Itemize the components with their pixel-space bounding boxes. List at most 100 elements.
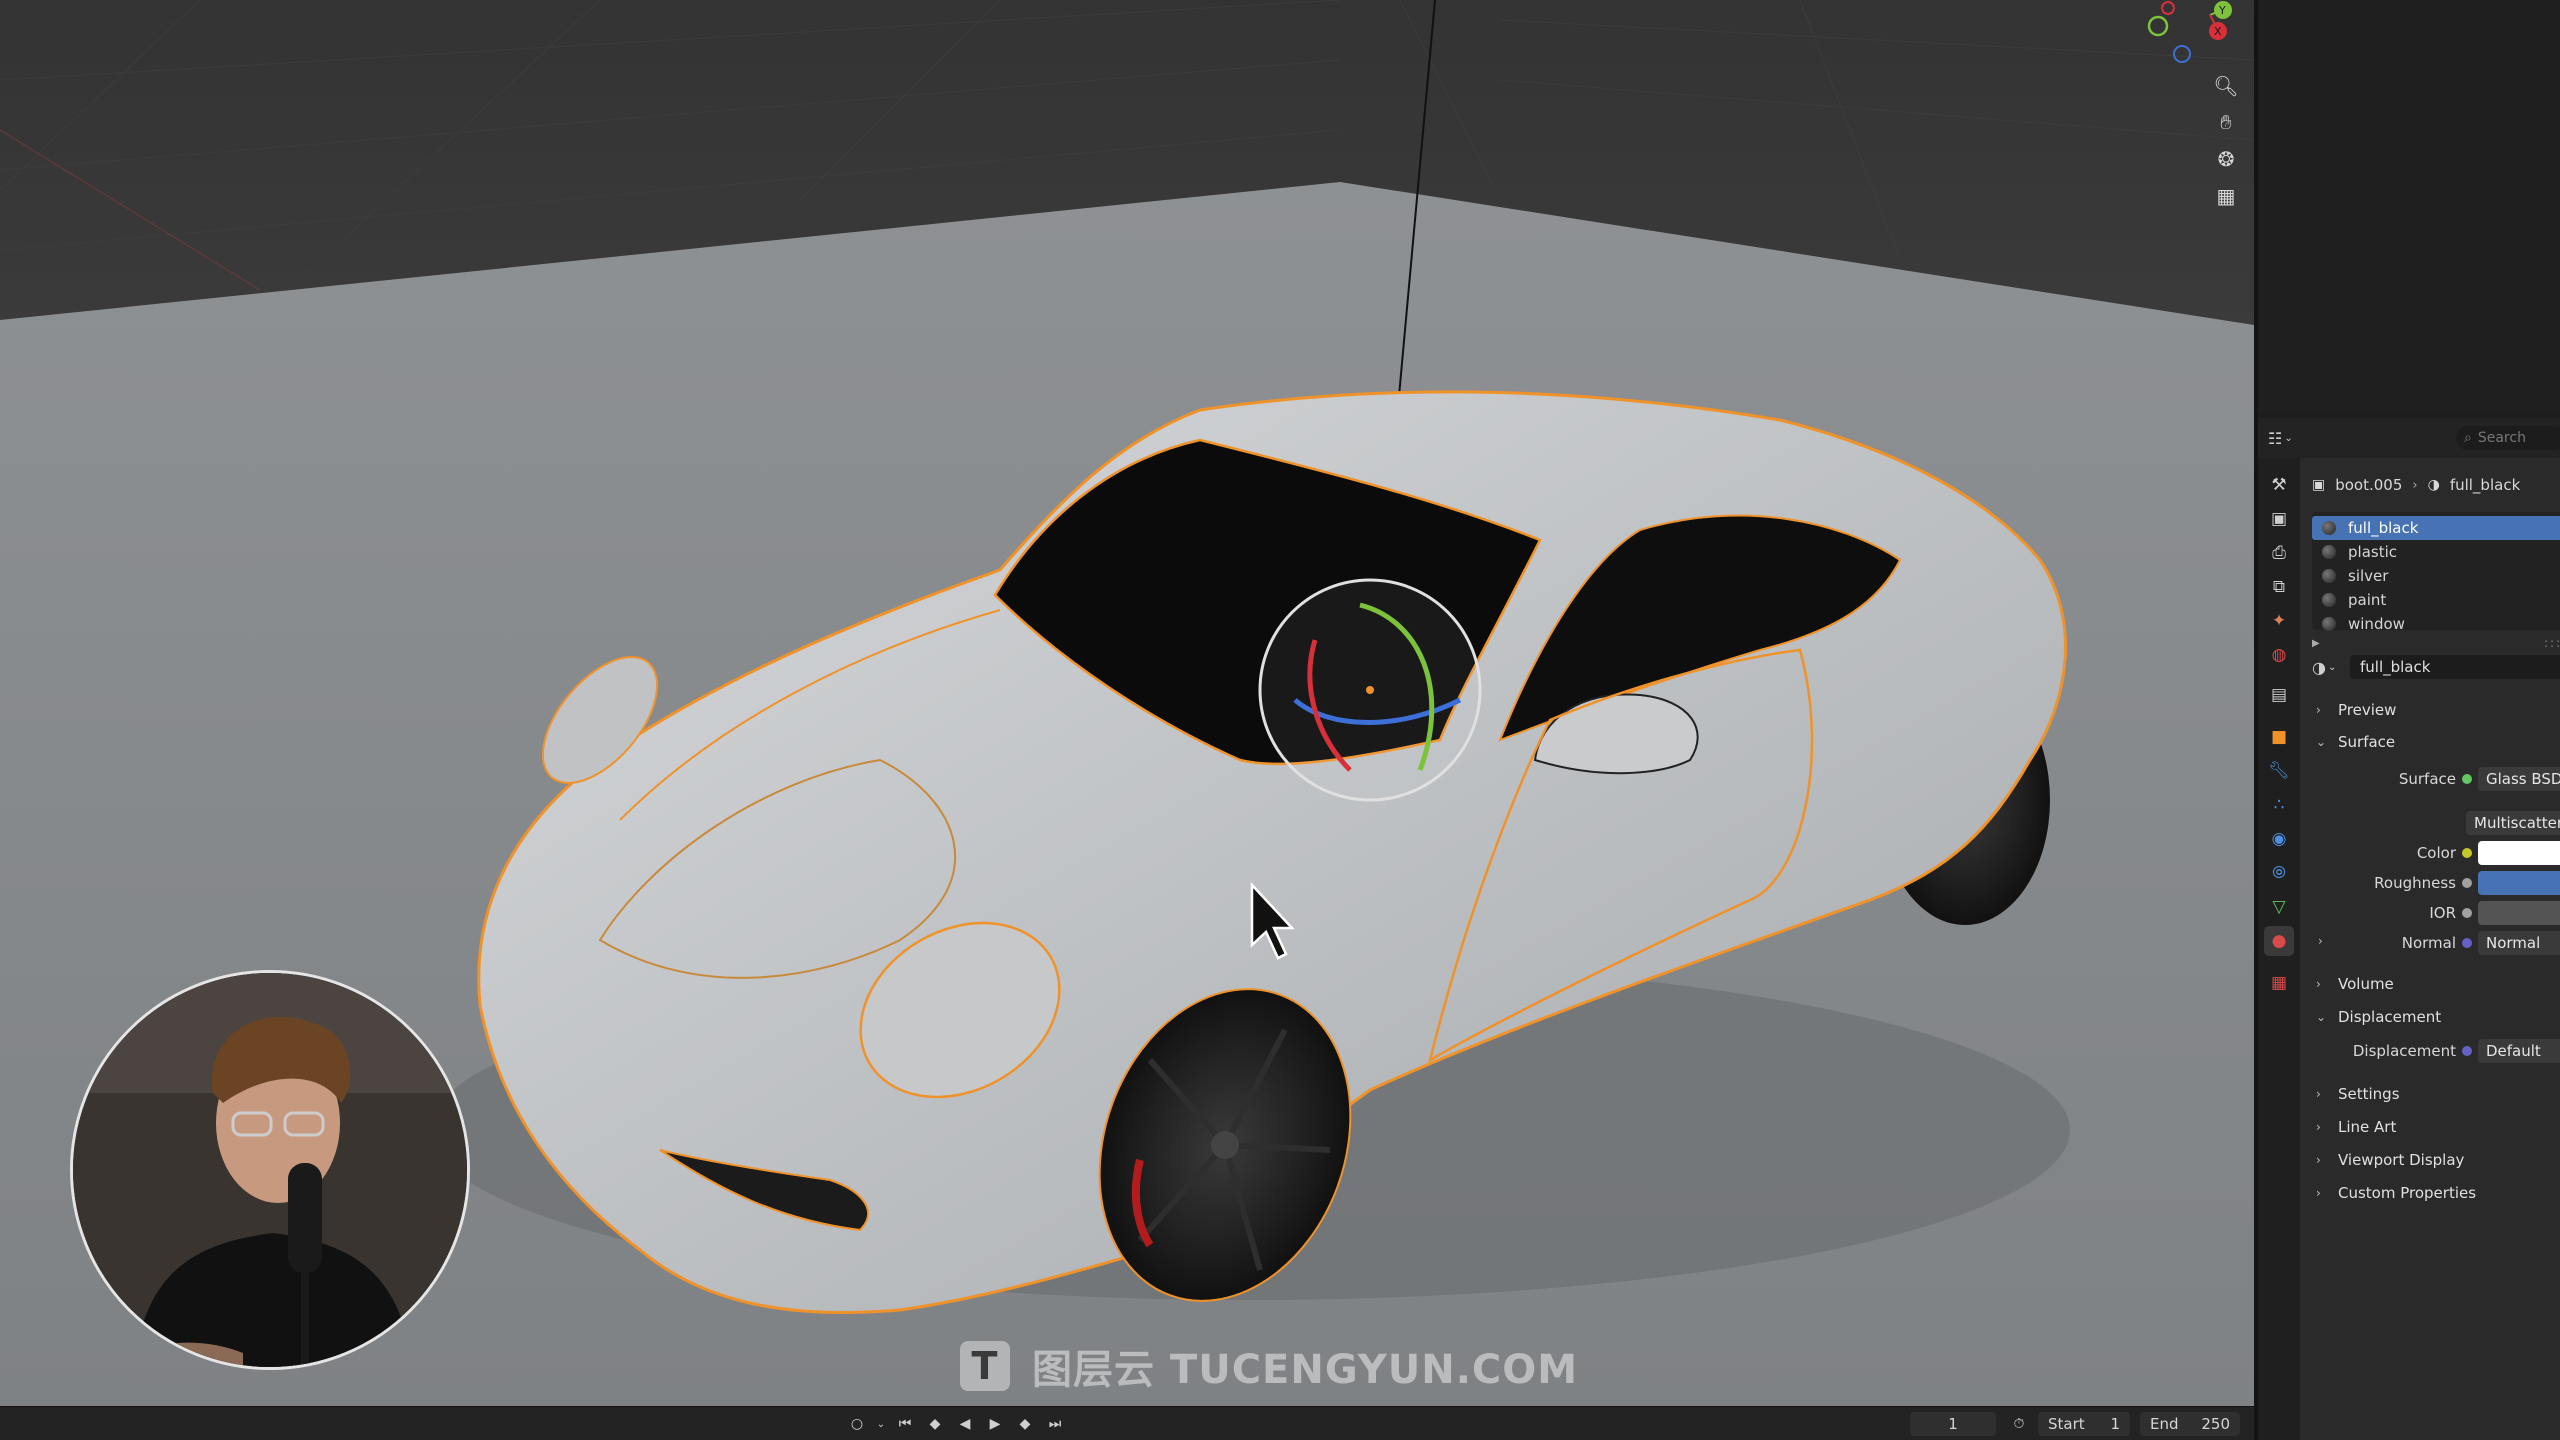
zoom-icon[interactable]: 🔍︎ — [2208, 68, 2244, 104]
search-icon: ⌕ — [2464, 430, 2472, 446]
tab-material-icon[interactable]: ● — [2264, 926, 2294, 956]
tab-scene-icon[interactable]: ✦ — [2264, 606, 2294, 636]
gizmo-x-label: X — [2214, 25, 2222, 38]
material-ball-icon — [2322, 569, 2336, 583]
list-item[interactable]: silver — [2312, 564, 2560, 588]
panel-title: Line Art — [2338, 1118, 2397, 1136]
breadcrumb-material: full_black — [2449, 476, 2521, 494]
browse-material-button[interactable]: ◑ ⌄ — [2312, 656, 2342, 678]
list-resize-grip[interactable]: :::: — [2544, 636, 2560, 650]
displacement-field[interactable]: Default — [2478, 1039, 2560, 1063]
vector-socket-icon[interactable] — [2462, 938, 2472, 948]
navigation-gizmo[interactable]: Y X — [2140, 0, 2240, 70]
material-name: full_black — [2348, 519, 2419, 537]
distribution-dropdown[interactable]: Multiscatter GGX — [2466, 811, 2560, 835]
distribution-row: Multiscatter GGX — [2304, 810, 2560, 836]
surface-shader-row: Surface Glass BSDF — [2304, 766, 2560, 792]
properties-search[interactable]: ⌕ Search — [2456, 426, 2560, 450]
tab-collection-icon[interactable]: ▤ — [2264, 680, 2294, 710]
tab-output-icon[interactable]: ⎙ — [2264, 538, 2294, 568]
play-reverse-icon[interactable]: ◀︎ — [954, 1413, 976, 1435]
start-frame-field[interactable]: Start 1 — [2038, 1412, 2130, 1436]
material-icon: ◑ — [2427, 477, 2440, 493]
3d-viewport[interactable]: Y X 🔍︎ ✋︎ ❂ ▦ T 图层云 TUCENGYUN.COM — [0, 0, 2254, 1406]
normal-row: › Normal Normal — [2304, 930, 2560, 956]
color-row: Color — [2304, 840, 2560, 866]
chevron-right-icon: › — [2316, 1186, 2321, 1200]
list-item[interactable]: window — [2312, 612, 2560, 636]
keyframe-toggle-icon[interactable]: ○ — [846, 1413, 868, 1435]
prev-keyframe-icon[interactable]: ◆ — [924, 1413, 946, 1435]
jump-start-icon[interactable]: ⏮︎ — [894, 1413, 916, 1435]
grid-icon[interactable]: ▦ — [2208, 178, 2244, 214]
value-socket-icon[interactable] — [2462, 908, 2472, 918]
surface-shader-field[interactable]: Glass BSDF — [2478, 767, 2560, 791]
panel-displacement[interactable]: ⌄ Displacement — [2308, 1003, 2560, 1031]
play-icon[interactable]: ▶︎ — [984, 1413, 1006, 1435]
editor-type-button[interactable]: ☷ ⌄ — [2268, 426, 2308, 450]
panel-preview[interactable]: › Preview — [2308, 696, 2560, 724]
watermark: T 图层云 TUCENGYUN.COM — [960, 1338, 1578, 1394]
ior-field[interactable] — [2478, 901, 2560, 925]
material-name: plastic — [2348, 543, 2397, 561]
panel-settings[interactable]: › Settings — [2308, 1080, 2560, 1108]
material-name-field[interactable]: full_black — [2350, 655, 2560, 679]
list-item[interactable]: full_black — [2312, 516, 2560, 540]
breadcrumb-object: boot.005 — [2335, 476, 2403, 494]
tab-tool-icon[interactable]: ⚒ — [2264, 470, 2294, 500]
list-item[interactable]: plastic — [2312, 540, 2560, 564]
current-frame-field[interactable]: 1 — [1910, 1412, 1996, 1436]
panel-line-art[interactable]: › Line Art — [2308, 1113, 2560, 1141]
tab-world-icon[interactable]: ◍ — [2264, 640, 2294, 670]
panel-title: Volume — [2338, 975, 2394, 993]
tab-data-icon[interactable]: ▽ — [2264, 892, 2294, 922]
ior-label: IOR — [2429, 904, 2456, 922]
stopwatch-icon[interactable]: ⏱︎ — [2008, 1413, 2030, 1435]
shader-socket-icon[interactable] — [2462, 774, 2472, 784]
roughness-slider[interactable] — [2478, 871, 2560, 895]
color-swatch[interactable] — [2478, 841, 2560, 865]
roughness-label: Roughness — [2374, 874, 2456, 892]
panel-title: Preview — [2338, 701, 2397, 719]
panel-surface[interactable]: ⌄ Surface — [2308, 728, 2560, 756]
end-frame-field[interactable]: End 250 — [2140, 1412, 2240, 1436]
tab-physics-icon[interactable]: ◉ — [2264, 824, 2294, 854]
camera-icon[interactable]: ❂ — [2208, 141, 2244, 177]
panel-volume[interactable]: › Volume — [2308, 970, 2560, 998]
material-slot-list[interactable]: full_black plastic silver paint window — [2312, 512, 2560, 633]
color-socket-icon[interactable] — [2462, 848, 2472, 858]
tab-object-icon[interactable]: ■ — [2264, 722, 2294, 752]
properties-editor-icon: ☷ — [2268, 428, 2283, 448]
end-value: 250 — [2201, 1415, 2230, 1433]
object-icon: ▣ — [2312, 477, 2326, 493]
chevron-right-icon[interactable]: › — [2318, 934, 2323, 948]
list-expand-icon[interactable]: ▶ — [2312, 638, 2320, 649]
chevron-down-icon[interactable]: ⌄ — [876, 1413, 886, 1435]
outliner-area[interactable] — [2258, 0, 2560, 414]
panel-custom-properties[interactable]: › Custom Properties — [2308, 1179, 2560, 1207]
chevron-down-icon: ⌄ — [2327, 661, 2337, 673]
chevron-right-icon: › — [2316, 1153, 2321, 1167]
properties-editor[interactable]: ☷ ⌄ ⌕ Search ⚒ ▣ ⎙ ⧉ ✦ ◍ ▤ ■ 🔧︎ ∴ ◉ ⦾ ▽ … — [2258, 418, 2560, 1440]
panel-viewport-display[interactable]: › Viewport Display — [2308, 1146, 2560, 1174]
hand-icon[interactable]: ✋︎ — [2208, 104, 2244, 140]
timeline-bar: ○ ⌄ ⏮︎ ◆ ◀︎ ▶︎ ◆ ⏭︎ 1 ⏱︎ Start 1 End 250 — [0, 1406, 2254, 1440]
watermark-text: 图层云 TUCENGYUN.COM — [1032, 1347, 1579, 1393]
tab-modifier-icon[interactable]: 🔧︎ — [2264, 756, 2294, 786]
normal-field[interactable]: Normal — [2478, 931, 2560, 955]
tab-texture-icon[interactable]: ▦ — [2264, 968, 2294, 998]
tab-particles-icon[interactable]: ∴ — [2264, 790, 2294, 820]
search-placeholder: Search — [2477, 430, 2526, 446]
tab-view-layer-icon[interactable]: ⧉ — [2264, 572, 2294, 602]
chevron-down-icon: ⌄ — [2316, 735, 2327, 749]
value-socket-icon[interactable] — [2462, 878, 2472, 888]
tab-constraints-icon[interactable]: ⦾ — [2264, 858, 2294, 888]
tab-render-icon[interactable]: ▣ — [2264, 504, 2294, 534]
material-ball-icon: ◑ — [2312, 657, 2326, 677]
watermark-logo: T — [960, 1341, 1010, 1391]
vector-socket-icon[interactable] — [2462, 1046, 2472, 1056]
chevron-right-icon: › — [2316, 1087, 2321, 1101]
list-item[interactable]: paint — [2312, 588, 2560, 612]
jump-end-icon[interactable]: ⏭︎ — [1044, 1413, 1066, 1435]
next-keyframe-icon[interactable]: ◆ — [1014, 1413, 1036, 1435]
